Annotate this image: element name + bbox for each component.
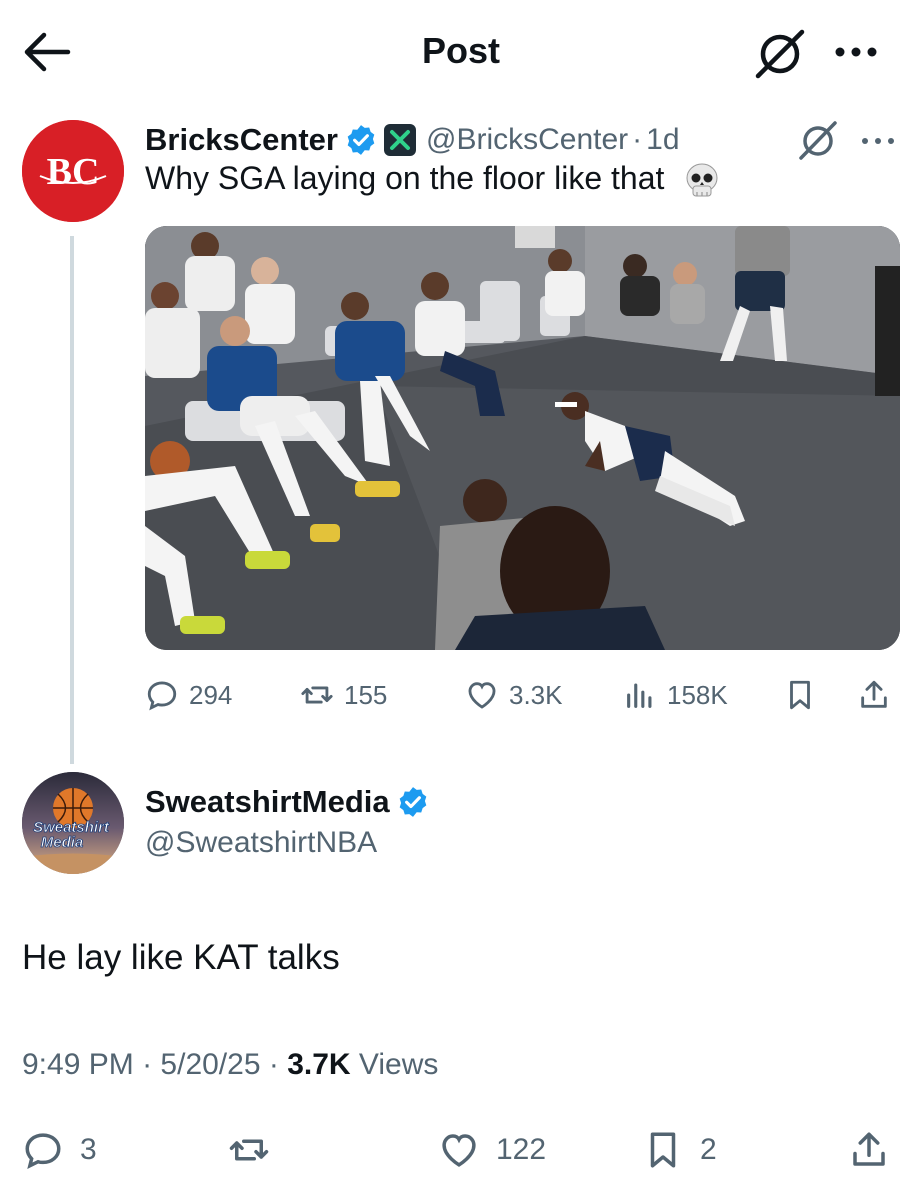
share-icon — [861, 680, 887, 708]
reply-author-row: SweatshirtMedia — [145, 780, 430, 824]
reply-count: 3 — [80, 1133, 97, 1166]
author-handle[interactable]: @BricksCenter — [426, 123, 628, 157]
tweet-text: He lay like KAT talks — [22, 938, 340, 977]
author-name[interactable]: SweatshirtMedia — [145, 784, 390, 820]
thread-connector-line — [70, 236, 74, 764]
top-bar: Post — [0, 0, 922, 104]
avatar[interactable]: BC — [22, 120, 124, 222]
heart-icon — [442, 1134, 476, 1167]
heart-icon — [468, 682, 496, 709]
reply-action-bar: 3 122 2 — [0, 1120, 922, 1180]
share-button[interactable] — [848, 1120, 906, 1180]
like-count: 3.3K — [509, 679, 563, 710]
grok-button[interactable] — [796, 118, 840, 162]
tweet-text: Why SGA laying on the floor like that — [145, 160, 721, 200]
views-button[interactable]: 158K — [623, 670, 728, 720]
reply-bubble-icon — [25, 1133, 61, 1169]
more-dots-icon — [862, 138, 894, 144]
repost-button[interactable] — [228, 1120, 286, 1180]
separator-dot: · — [632, 123, 643, 156]
parent-action-bar: 294 155 3.3K 158K — [145, 670, 905, 720]
tweet-text-content: Why SGA laying on the floor like that — [145, 160, 665, 196]
repost-icon — [229, 1139, 269, 1161]
post-time[interactable]: 1d — [646, 123, 679, 157]
parent-author-row: BricksCenter @BricksCenter · 1d — [145, 116, 680, 164]
reply-button[interactable]: 294 — [145, 670, 232, 720]
bookmark-button[interactable]: 2 — [642, 1120, 717, 1180]
verified-badge-icon — [399, 787, 426, 817]
views-count: 3.7K — [287, 1048, 351, 1081]
focused-reply-tweet: Sweatshirt Media SweatshirtMedia @Sweats… — [0, 764, 922, 1200]
verified-badge-icon — [347, 125, 375, 155]
more-options-button[interactable] — [856, 126, 900, 156]
skull-emoji-icon — [686, 163, 718, 197]
avatar-text-line2: Media — [41, 834, 84, 851]
sweatshirt-media-logo: Sweatshirt Media — [22, 772, 124, 874]
views-label: Views — [358, 1048, 439, 1081]
author-handle[interactable]: @SweatshirtNBA — [145, 826, 377, 860]
bookmark-icon — [650, 1132, 676, 1168]
bricks-center-logo: BC — [22, 120, 124, 222]
like-button[interactable]: 3.3K — [465, 670, 563, 720]
share-icon — [853, 1132, 885, 1166]
grok-icon — [799, 121, 837, 160]
more-dots-icon — [835, 47, 877, 57]
avatar-initials: BC — [47, 151, 100, 193]
post-date[interactable]: 5/20/25 — [160, 1048, 260, 1081]
parent-tweet[interactable]: BC BricksCenter @BricksCenter · 1d Why S… — [0, 104, 922, 764]
views-chart-icon — [627, 683, 652, 708]
views-count: 158K — [667, 679, 728, 710]
separator-dot: · — [142, 1048, 153, 1081]
more-options-button[interactable] — [828, 32, 884, 72]
reply-bubble-icon — [147, 681, 177, 711]
tweet-image[interactable] — [145, 226, 900, 650]
like-button[interactable]: 122 — [438, 1120, 546, 1180]
repost-button[interactable]: 155 — [300, 670, 387, 720]
avatar[interactable]: Sweatshirt Media — [22, 772, 124, 874]
bookmark-button[interactable] — [783, 670, 827, 720]
like-count: 122 — [496, 1133, 547, 1166]
post-time[interactable]: 9:49 PM — [22, 1048, 134, 1081]
grok-icon — [755, 29, 805, 79]
share-button[interactable] — [857, 670, 901, 720]
author-name[interactable]: BricksCenter — [145, 122, 338, 158]
reply-count: 294 — [189, 679, 233, 710]
locker-room-photo — [145, 226, 900, 650]
repost-count: 155 — [344, 679, 388, 710]
bookmark-count: 2 — [700, 1133, 717, 1166]
separator-dot: · — [268, 1048, 279, 1081]
bookmark-icon — [790, 680, 810, 710]
grok-button[interactable] — [752, 26, 808, 80]
affiliate-badge-icon — [383, 124, 416, 156]
repost-icon — [301, 686, 333, 704]
tweet-metadata: 9:49 PM · 5/20/25 · 3.7K Views — [22, 1048, 438, 1082]
reply-button[interactable]: 3 — [22, 1120, 97, 1180]
